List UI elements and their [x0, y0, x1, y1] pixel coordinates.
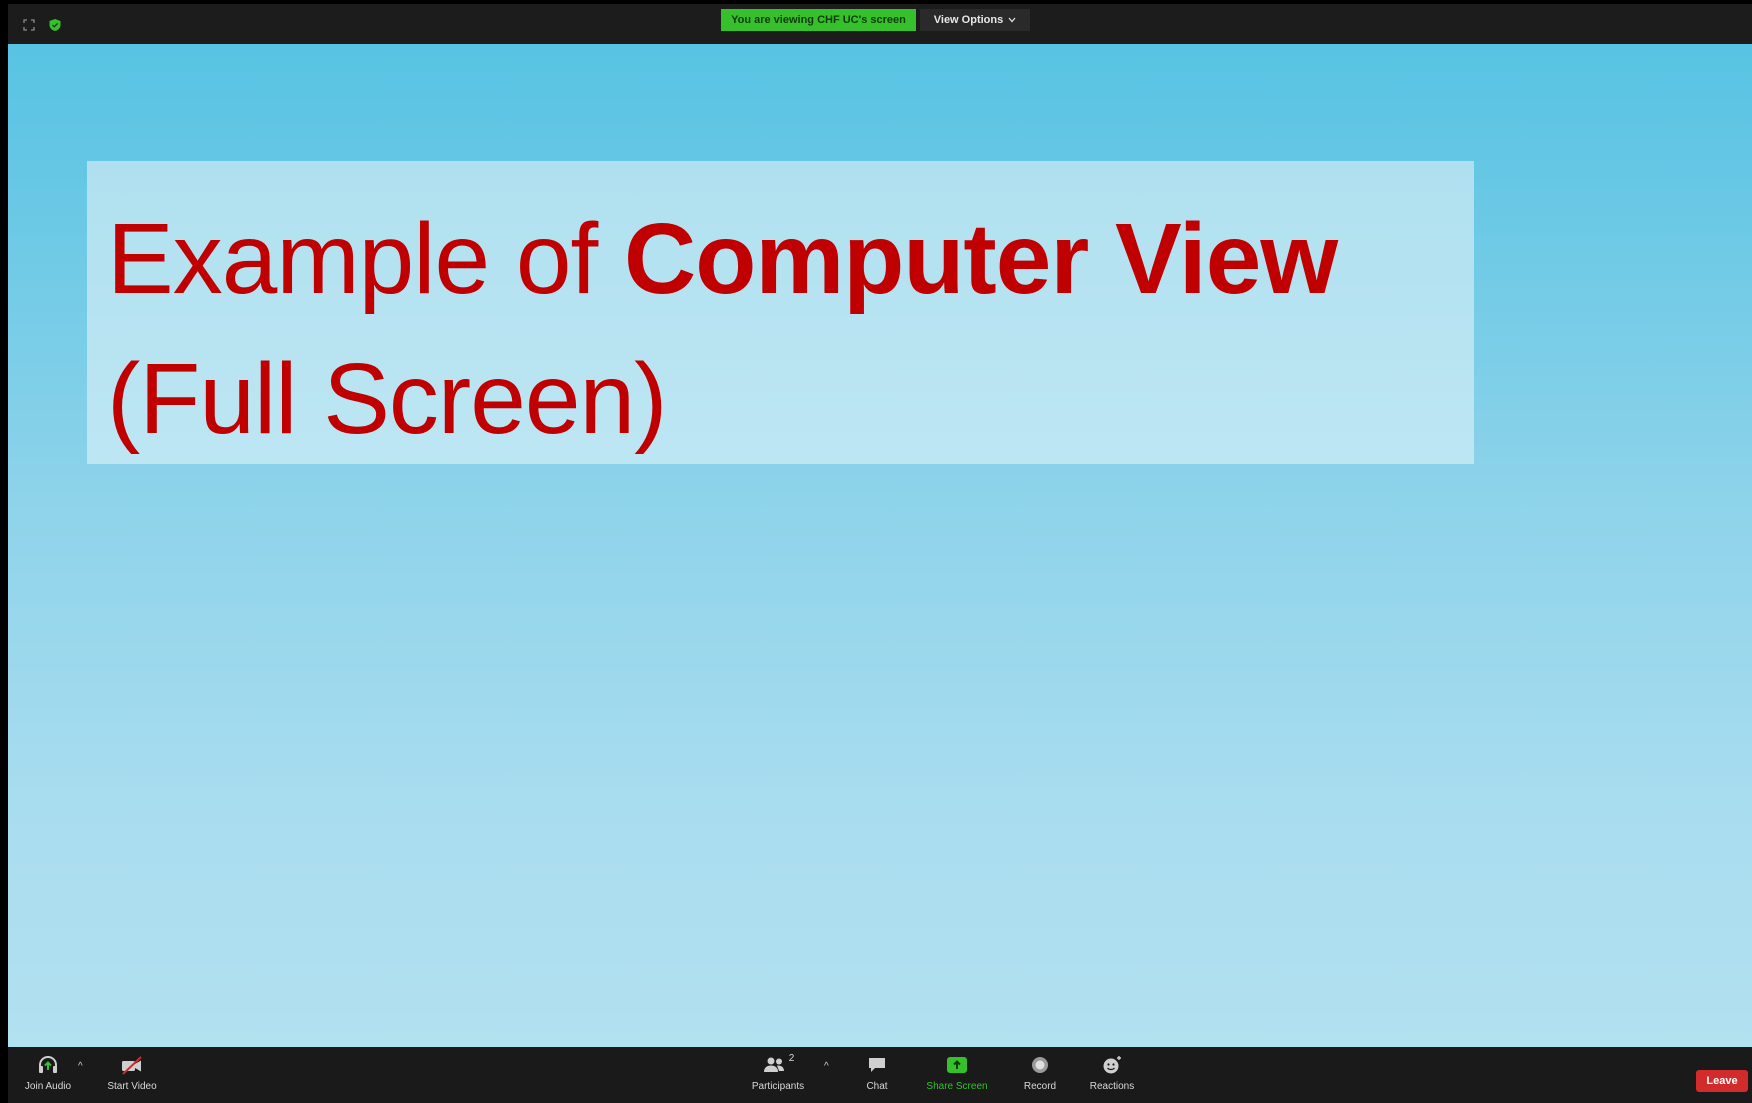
expand-icon[interactable] — [20, 16, 38, 34]
reactions-icon — [1101, 1053, 1123, 1077]
reactions-label: Reactions — [1089, 1081, 1135, 1092]
headphones-icon — [37, 1053, 59, 1077]
slide-title-regular: Example of — [107, 203, 625, 315]
leave-label: Leave — [1706, 1075, 1738, 1087]
chat-label: Chat — [866, 1081, 888, 1092]
meeting-toolbar: Join Audio ^ Start Video 2 Participants … — [8, 1047, 1752, 1103]
share-screen-button[interactable]: Share Screen — [922, 1053, 992, 1101]
participants-button[interactable]: 2 Participants — [743, 1053, 813, 1101]
shared-screen-area: Example of Computer View (Full Screen) — [8, 44, 1752, 1047]
slide-title-bold: Computer View — [624, 203, 1338, 315]
participants-options-caret-icon[interactable]: ^ — [824, 1061, 829, 1072]
zoom-meeting-window: You are viewing CHF UC's screen View Opt… — [8, 4, 1752, 1103]
join-audio-button[interactable]: Join Audio — [22, 1053, 74, 1101]
participants-icon: 2 — [762, 1053, 795, 1077]
start-video-label: Start Video — [107, 1081, 157, 1092]
view-options-button[interactable]: View Options — [920, 9, 1030, 31]
reactions-button[interactable]: Reactions — [1084, 1053, 1140, 1101]
leave-button[interactable]: Leave — [1696, 1070, 1748, 1092]
record-label: Record — [1023, 1081, 1057, 1092]
slide-title-box: Example of Computer View (Full Screen) — [87, 161, 1474, 464]
share-screen-icon — [946, 1053, 968, 1077]
chat-icon — [866, 1053, 888, 1077]
security-shield-icon[interactable] — [46, 16, 64, 34]
record-icon — [1029, 1053, 1051, 1077]
slide-title-line-2: (Full Screen) — [107, 343, 667, 455]
join-audio-label: Join Audio — [24, 1081, 72, 1092]
slide-title-line-1: Example of Computer View — [107, 189, 1474, 329]
participants-count: 2 — [788, 1053, 795, 1064]
audio-options-caret-icon[interactable]: ^ — [78, 1061, 83, 1072]
chevron-down-icon — [1008, 14, 1016, 26]
chat-button[interactable]: Chat — [860, 1053, 894, 1101]
top-bar: You are viewing CHF UC's screen View Opt… — [8, 4, 1752, 44]
view-options-label: View Options — [933, 14, 1004, 26]
viewing-status-text: You are viewing CHF UC's screen — [731, 14, 906, 26]
participants-label: Participants — [751, 1081, 805, 1092]
record-button[interactable]: Record — [1015, 1053, 1065, 1101]
video-off-icon — [120, 1053, 144, 1077]
share-screen-label: Share Screen — [926, 1081, 988, 1092]
start-video-button[interactable]: Start Video — [104, 1053, 160, 1101]
viewing-status-banner: You are viewing CHF UC's screen — [721, 9, 916, 31]
